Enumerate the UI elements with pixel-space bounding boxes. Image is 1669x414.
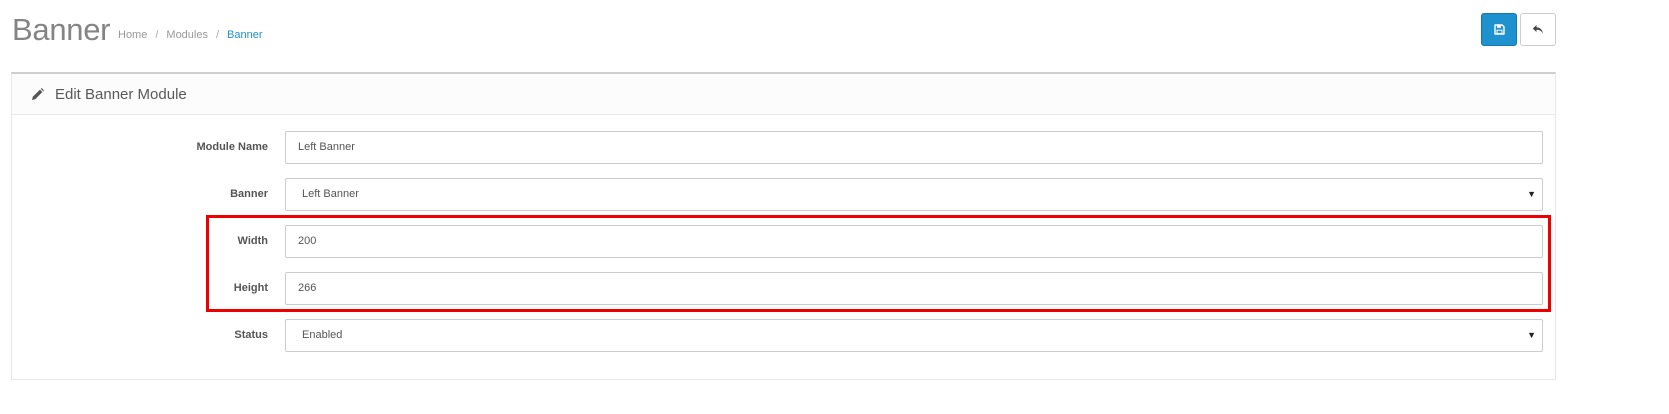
banner-select[interactable]: Left Banner ▼	[285, 178, 1543, 211]
form-row-module-name: Module Name Left Banner	[12, 131, 1557, 164]
status-select-value: Enabled	[302, 329, 343, 341]
save-icon	[1493, 24, 1505, 35]
breadcrumb-separator: /	[215, 29, 220, 41]
panel-heading: Edit Banner Module	[12, 74, 1555, 115]
module-name-label: Module Name	[196, 141, 268, 153]
breadcrumb-banner[interactable]: Banner	[227, 28, 262, 42]
page-header: Banner Home / Modules / Banner	[0, 0, 1669, 70]
module-name-input[interactable]: Left Banner	[285, 131, 1543, 164]
status-select[interactable]: Enabled ▼	[285, 319, 1543, 352]
banner-label: Banner	[230, 188, 268, 200]
form-row-status: Status Enabled ▼	[12, 319, 1557, 352]
save-button[interactable]	[1481, 13, 1517, 46]
banner-select-value: Left Banner	[302, 188, 359, 200]
panel-title: Edit Banner Module	[55, 85, 187, 103]
form-row-banner: Banner Left Banner ▼	[12, 178, 1557, 211]
width-label: Width	[237, 235, 268, 247]
breadcrumb-separator: /	[155, 29, 159, 41]
reply-icon	[1532, 25, 1543, 34]
height-label: Height	[233, 282, 268, 294]
caret-down-icon: ▼	[1527, 189, 1536, 199]
caret-down-icon: ▼	[1527, 330, 1536, 340]
breadcrumb-modules[interactable]: Modules	[166, 28, 208, 42]
form-row-width: Width 200	[12, 225, 1557, 258]
edit-banner-panel: Edit Banner Module Module Name Left Bann…	[11, 72, 1556, 380]
form-row-height: Height 266	[12, 272, 1557, 305]
status-label: Status	[234, 329, 268, 341]
breadcrumb-home[interactable]: Home	[118, 28, 147, 42]
pencil-icon	[32, 87, 44, 100]
page-title: Banner	[12, 12, 111, 47]
breadcrumb: Home / Modules / Banner	[118, 28, 263, 42]
height-input[interactable]: 266	[285, 272, 1543, 305]
back-button[interactable]	[1520, 13, 1556, 46]
width-input[interactable]: 200	[285, 225, 1543, 258]
